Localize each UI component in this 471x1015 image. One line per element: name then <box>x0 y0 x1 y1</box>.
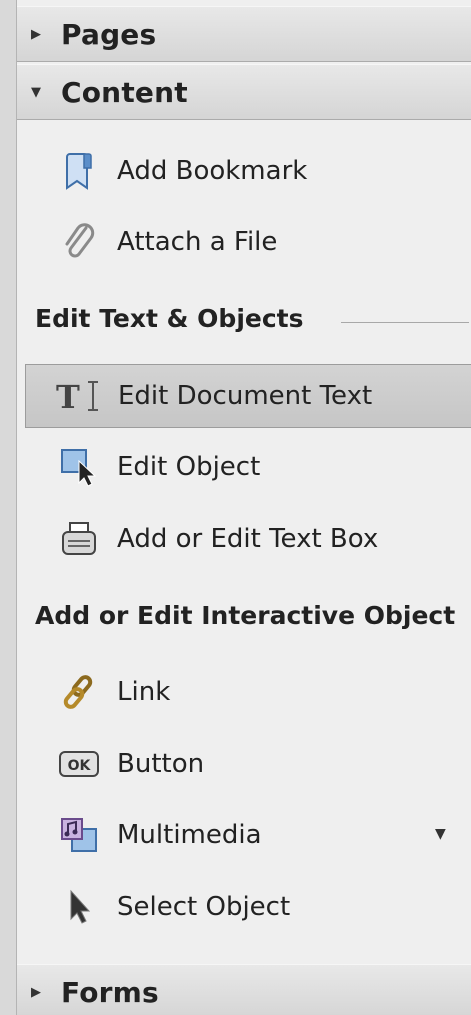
section-title: Pages <box>61 17 157 51</box>
link-icon <box>51 670 107 714</box>
item-label: Multimedia <box>117 820 262 850</box>
item-label: Add or Edit Text Box <box>117 524 379 554</box>
section-header-pages[interactable]: ▶ Pages <box>17 6 471 62</box>
expand-triangle-icon: ▶ <box>31 26 41 42</box>
collapse-triangle-icon: ▼ <box>31 84 41 100</box>
item-label: Button <box>117 749 205 779</box>
item-label: Edit Object <box>117 452 261 482</box>
expand-triangle-icon: ▶ <box>31 984 41 1000</box>
svg-text:T: T <box>56 378 80 414</box>
section-header-content[interactable]: ▼ Content <box>17 64 471 120</box>
pointer-arrow-icon <box>51 885 107 929</box>
bookmark-icon <box>51 149 107 193</box>
chevron-down-icon[interactable]: ▼ <box>435 826 446 842</box>
section-title: Content <box>61 75 188 109</box>
edit-object-button[interactable]: Edit Object <box>25 436 471 498</box>
section-header-forms[interactable]: ▶ Forms <box>17 964 471 1015</box>
add-bookmark-button[interactable]: Add Bookmark <box>25 140 471 202</box>
button-tool-button[interactable]: OK Button <box>25 733 471 795</box>
attach-file-button[interactable]: Attach a File <box>25 211 471 273</box>
item-label: Link <box>117 677 171 707</box>
ok-button-icon: OK <box>51 742 107 786</box>
item-label: Edit Document Text <box>118 381 373 411</box>
group-heading-interactive: Add or Edit Interactive Object <box>35 601 456 630</box>
link-button[interactable]: Link <box>25 661 471 723</box>
multimedia-icon <box>51 813 107 857</box>
typewriter-icon <box>51 517 107 561</box>
group-heading-edit: Edit Text & Objects <box>35 304 304 333</box>
tools-panel: ▶ Pages ▼ Content Add Bookmark Attach a … <box>16 0 471 1015</box>
edit-document-text-button[interactable]: T Edit Document Text <box>25 364 471 428</box>
item-label: Select Object <box>117 892 291 922</box>
add-edit-text-box-button[interactable]: Add or Edit Text Box <box>25 508 471 570</box>
multimedia-button[interactable]: Multimedia <box>25 804 471 866</box>
select-object-button[interactable]: Select Object <box>25 876 471 938</box>
text-cursor-icon: T <box>52 374 108 418</box>
object-select-icon <box>51 445 107 489</box>
item-label: Add Bookmark <box>117 156 308 186</box>
item-label: Attach a File <box>117 227 278 257</box>
paperclip-icon <box>51 220 107 264</box>
heading-divider <box>341 322 469 323</box>
ok-icon-text: OK <box>68 758 92 774</box>
section-title: Forms <box>61 975 159 1009</box>
